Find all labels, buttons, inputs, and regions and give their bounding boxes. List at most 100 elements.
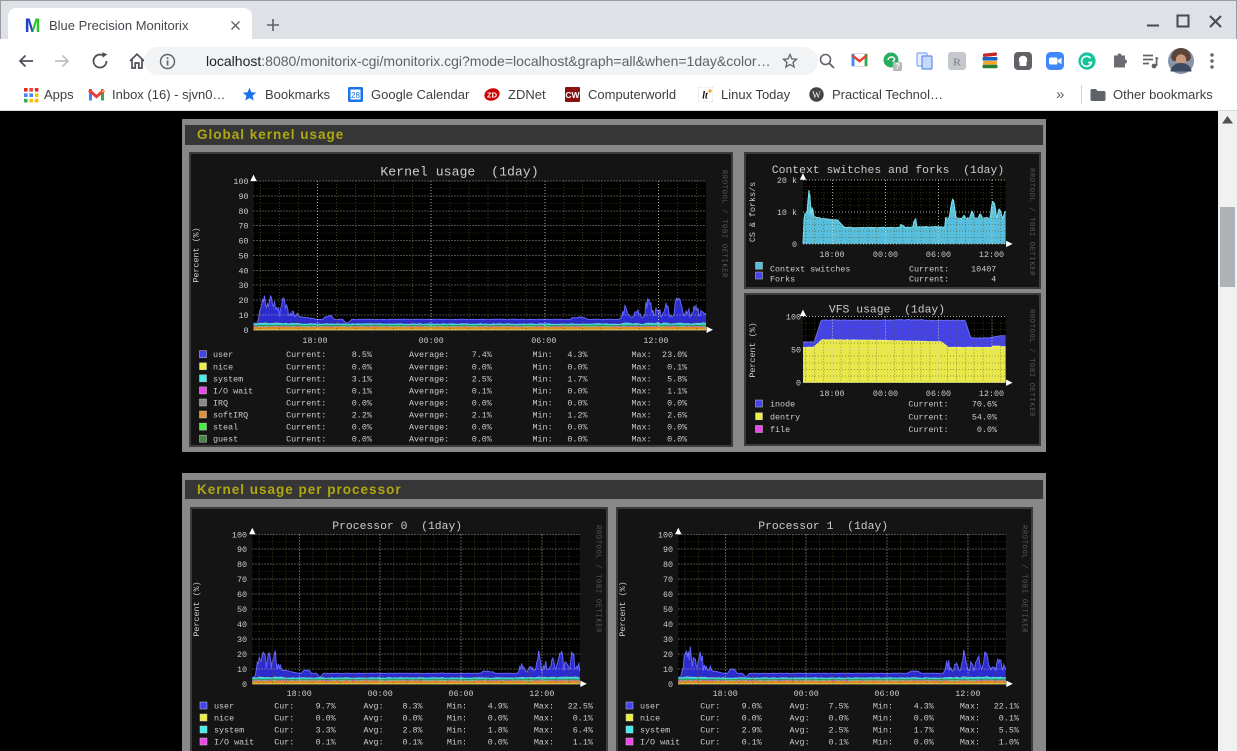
svg-text:23.0%: 23.0% (662, 350, 688, 360)
svg-text:Min:: Min: (532, 398, 552, 408)
svg-text:00:00: 00:00 (793, 688, 818, 698)
svg-text:0.1%: 0.1% (402, 737, 423, 747)
svg-text:Processor 1 (1day): Processor 1 (1day) (758, 521, 888, 533)
svg-text:18:00: 18:00 (819, 250, 844, 260)
svg-text:00:00: 00:00 (873, 250, 898, 260)
svg-text:0.0%: 0.0% (488, 737, 509, 747)
svg-text:0.0%: 0.0% (741, 713, 762, 723)
svg-text:Min:: Min: (447, 737, 467, 747)
svg-text:system: system (640, 725, 670, 735)
svg-text:Average:: Average: (409, 422, 449, 432)
svg-text:Average:: Average: (409, 410, 449, 420)
svg-text:nice: nice (213, 362, 233, 372)
svg-text:system: system (214, 725, 244, 735)
svg-text:5.8%: 5.8% (667, 374, 688, 384)
svg-text:nice: nice (214, 713, 234, 723)
svg-text:0.0%: 0.0% (488, 713, 509, 723)
svg-text:Max:: Max: (959, 725, 979, 735)
svg-text:12:00: 12:00 (979, 389, 1004, 399)
svg-text:Percent (%): Percent (%) (192, 581, 202, 636)
svg-text:Current:: Current: (909, 274, 949, 284)
svg-text:100: 100 (657, 530, 672, 540)
svg-text:Average:: Average: (409, 350, 449, 360)
svg-text:100: 100 (233, 177, 248, 187)
svg-text:Min:: Min: (872, 713, 892, 723)
svg-text:0.0%: 0.0% (471, 422, 492, 432)
svg-text:1.7%: 1.7% (567, 374, 588, 384)
svg-text:Min:: Min: (532, 386, 552, 396)
svg-text:30: 30 (662, 635, 672, 645)
svg-text:Min:: Min: (532, 350, 552, 360)
svg-text:Min:: Min: (447, 725, 467, 735)
svg-text:RRDTOOL / TOBI OETIKER: RRDTOOL / TOBI OETIKER (1027, 168, 1035, 276)
svg-text:Max:: Max: (631, 386, 651, 396)
svg-text:8.3%: 8.3% (402, 701, 423, 711)
svg-text:RRDTOOL / TOBI OETIKER: RRDTOOL / TOBI OETIKER (1019, 525, 1027, 633)
svg-text:5.5%: 5.5% (998, 725, 1019, 735)
svg-text:1.1%: 1.1% (667, 386, 688, 396)
svg-text:4: 4 (991, 274, 996, 284)
svg-text:80: 80 (662, 560, 672, 570)
svg-text:RRDTOOL / TOBI OETIKER: RRDTOOL / TOBI OETIKER (1027, 309, 1035, 417)
svg-text:Min:: Min: (532, 434, 552, 444)
svg-text:0.0%: 0.0% (977, 425, 998, 435)
svg-text:70: 70 (662, 575, 672, 585)
svg-text:1.7%: 1.7% (913, 725, 934, 735)
svg-text:Percent (%): Percent (%) (748, 322, 758, 377)
svg-text:0.0%: 0.0% (828, 713, 849, 723)
svg-text:0.0%: 0.0% (471, 398, 492, 408)
svg-text:20 k: 20 k (777, 176, 797, 186)
svg-text:40: 40 (238, 266, 248, 276)
svg-text:10: 10 (662, 664, 672, 674)
svg-text:0: 0 (792, 239, 797, 249)
svg-text:30: 30 (238, 281, 248, 291)
svg-text:IRQ: IRQ (213, 398, 228, 408)
svg-text:3.1%: 3.1% (351, 374, 372, 384)
svg-text:50: 50 (237, 605, 247, 615)
svg-text:80: 80 (238, 206, 248, 216)
svg-text:Cur:: Cur: (700, 713, 720, 723)
svg-text:Percent (%): Percent (%) (191, 227, 201, 282)
svg-text:Average:: Average: (409, 374, 449, 384)
svg-text:22.5%: 22.5% (568, 701, 594, 711)
svg-text:Max:: Max: (631, 422, 651, 432)
svg-text:0.1%: 0.1% (351, 386, 372, 396)
svg-text:Min:: Min: (872, 737, 892, 747)
svg-text:54.0%: 54.0% (972, 412, 998, 422)
svg-text:Cur:: Cur: (274, 725, 294, 735)
svg-text:?: ? (895, 62, 900, 71)
svg-text:Avg:: Avg: (364, 713, 384, 723)
svg-text:20: 20 (662, 649, 672, 659)
svg-text:0.0%: 0.0% (567, 422, 588, 432)
svg-text:0.1%: 0.1% (998, 713, 1019, 723)
svg-text:60: 60 (662, 590, 672, 600)
svg-text:0: 0 (243, 325, 248, 335)
svg-text:0: 0 (667, 679, 672, 689)
svg-text:0: 0 (796, 379, 801, 389)
svg-text:Max:: Max: (534, 701, 554, 711)
svg-text:I/O wait: I/O wait (213, 386, 253, 396)
svg-text:22.1%: 22.1% (993, 701, 1019, 711)
svg-text:10 k: 10 k (777, 208, 797, 218)
svg-text:Max:: Max: (959, 713, 979, 723)
svg-text:0.0%: 0.0% (351, 434, 372, 444)
svg-text:RRDTOOL / TOBI OETIKER: RRDTOOL / TOBI OETIKER (719, 170, 727, 278)
svg-text:Max:: Max: (534, 725, 554, 735)
svg-text:7.4%: 7.4% (471, 350, 492, 360)
svg-text:10407: 10407 (971, 264, 996, 274)
svg-text:2.2%: 2.2% (351, 410, 372, 420)
svg-text:12:00: 12:00 (529, 688, 554, 698)
svg-text:Current:: Current: (908, 425, 948, 435)
svg-text:ZD: ZD (487, 91, 498, 100)
svg-text:Current:: Current: (286, 362, 326, 372)
svg-text:0.0%: 0.0% (402, 713, 423, 723)
svg-text:10: 10 (238, 310, 248, 320)
svg-text:40: 40 (237, 620, 247, 630)
svg-text:20: 20 (238, 296, 248, 306)
svg-text:9.7%: 9.7% (316, 701, 337, 711)
svg-text:Average:: Average: (409, 398, 449, 408)
svg-text:18:00: 18:00 (302, 336, 327, 346)
svg-text:06:00: 06:00 (874, 688, 899, 698)
svg-text:8.5%: 8.5% (351, 350, 372, 360)
svg-text:1.2%: 1.2% (567, 410, 588, 420)
